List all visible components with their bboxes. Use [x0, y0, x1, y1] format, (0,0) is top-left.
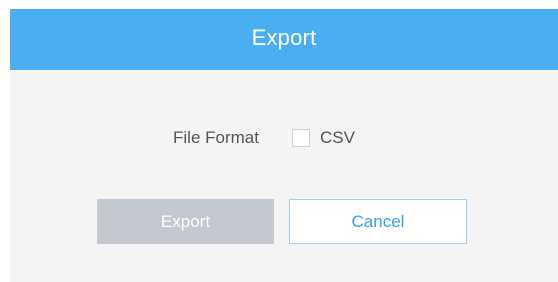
cancel-button[interactable]: Cancel — [289, 199, 467, 244]
file-format-label: File Format — [173, 128, 259, 147]
cancel-button-label: Cancel — [351, 211, 405, 231]
export-dialog: Export File Format CSV Export Cancel — [10, 9, 558, 282]
file-format-row: File Format CSV — [10, 124, 558, 152]
csv-checkbox[interactable] — [292, 129, 310, 147]
csv-checkbox-label[interactable]: CSV — [320, 128, 355, 148]
dialog-title: Export — [251, 24, 317, 50]
export-button[interactable]: Export — [97, 199, 274, 244]
export-button-label: Export — [160, 211, 211, 231]
dialog-header: Export — [10, 9, 558, 70]
